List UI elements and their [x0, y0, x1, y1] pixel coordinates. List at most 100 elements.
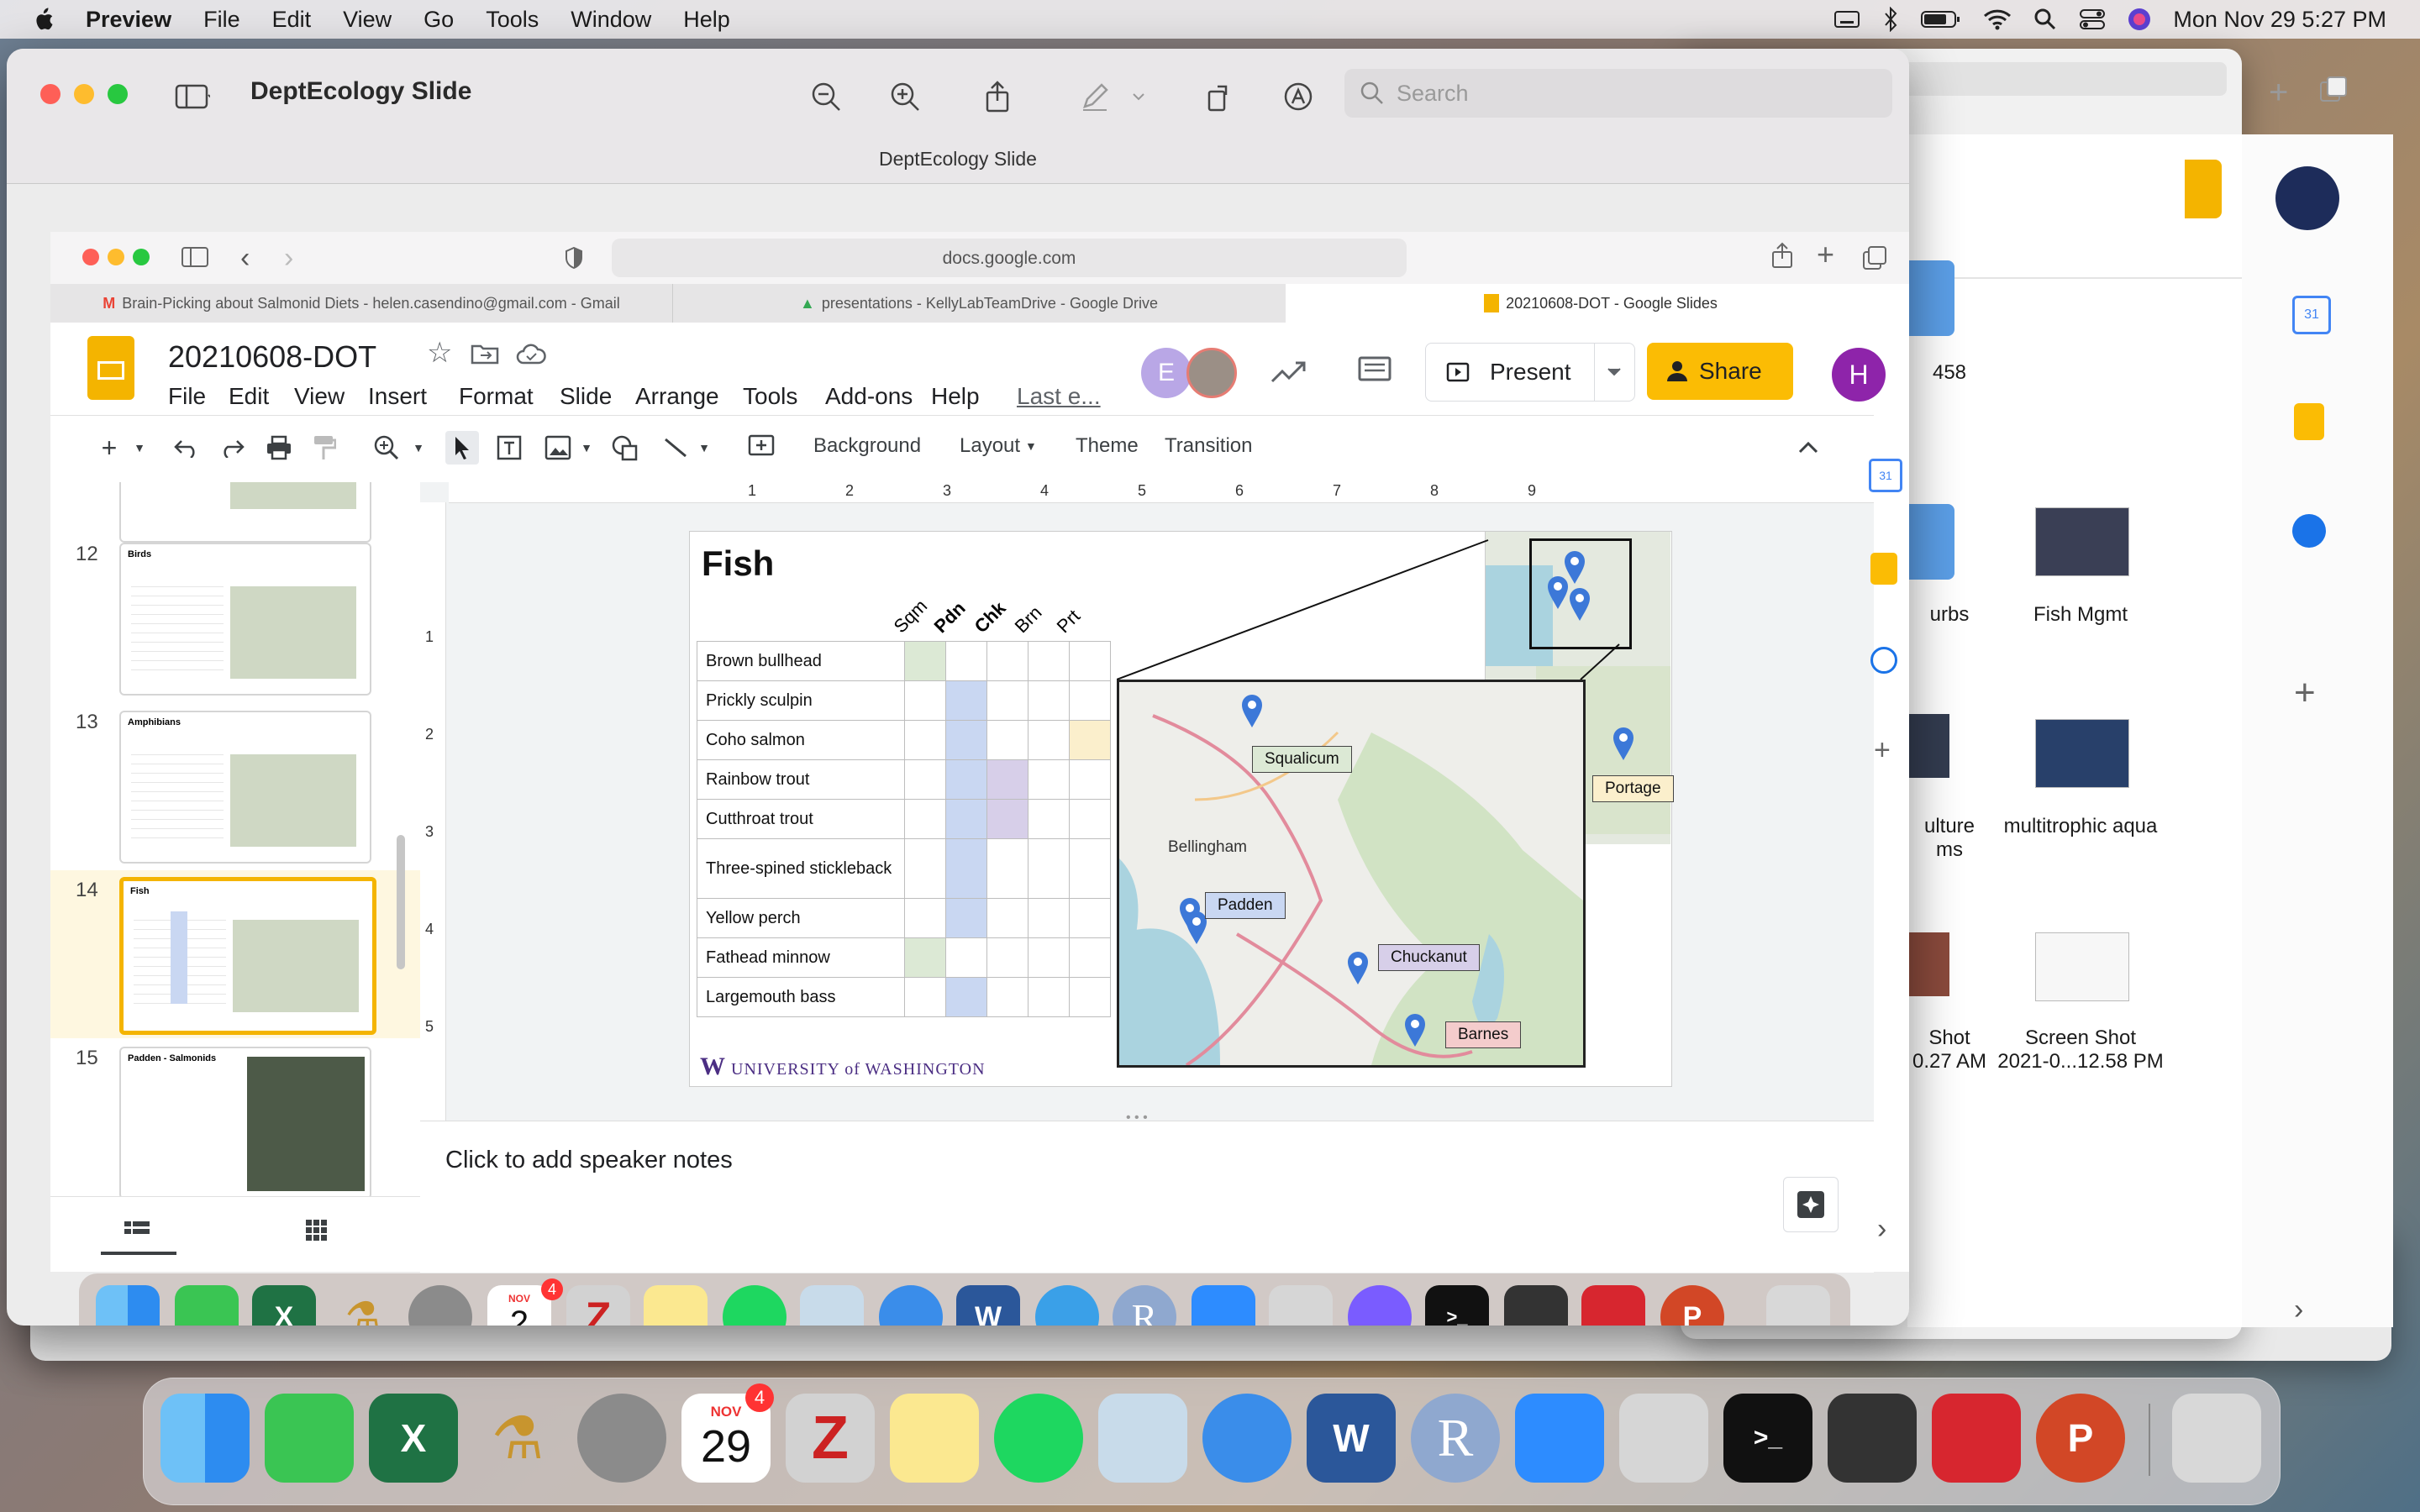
move-folder-icon[interactable] [471, 343, 499, 365]
share-button[interactable]: Share [1647, 343, 1793, 400]
explore-sparkle-button[interactable] [1783, 1177, 1839, 1232]
side-add-icon[interactable]: + [1874, 734, 1891, 767]
tab-drive[interactable]: ▲ presentations - KellyLabTeamDrive - Go… [672, 284, 1286, 323]
cloud-app-icon[interactable] [1035, 1285, 1099, 1326]
activity-trend-icon[interactable] [1270, 360, 1307, 385]
terminal-icon[interactable]: >_ [1723, 1394, 1812, 1483]
main-map[interactable]: Bellingham Squalicum Padden Chuckanut Ba… [1117, 680, 1586, 1068]
menu-file[interactable]: File [203, 7, 240, 33]
powerpoint-icon[interactable]: P [1660, 1285, 1724, 1326]
safari-close-button[interactable] [82, 249, 99, 265]
facetime-icon[interactable] [175, 1285, 239, 1326]
slides-menu-slide[interactable]: Slide [560, 383, 612, 410]
safari-minimize-button[interactable] [108, 249, 124, 265]
preview-app-icon[interactable] [800, 1285, 864, 1326]
wifi-icon[interactable] [1983, 8, 2012, 30]
finder-item-fish-mgmt[interactable]: Fish Mgmt [1996, 603, 2165, 627]
slide-thumbnail-14[interactable]: Fish [119, 877, 376, 1035]
launchpad-icon[interactable] [1619, 1394, 1708, 1483]
menu-window[interactable]: Window [571, 7, 651, 33]
zotero-icon[interactable]: Z [566, 1285, 630, 1326]
zoom-icon[interactable] [370, 431, 403, 465]
new-slide-plus-icon[interactable]: + [92, 431, 126, 465]
zoom-app-icon[interactable] [1515, 1394, 1604, 1483]
slides-menu-edit[interactable]: Edit [229, 383, 269, 410]
annotate-icon[interactable] [1277, 76, 1319, 118]
background-button[interactable]: Background [813, 434, 921, 458]
speaker-notes[interactable]: Click to add speaker notes [420, 1121, 1874, 1273]
keychain-icon[interactable] [1504, 1285, 1568, 1326]
r-icon[interactable]: R [1113, 1285, 1176, 1326]
apple-icon[interactable] [32, 7, 54, 32]
theme-button[interactable]: Theme [1076, 434, 1139, 458]
filmstrip-view-icon[interactable] [124, 1221, 150, 1240]
notes-icon[interactable] [644, 1285, 708, 1326]
paint-format-icon[interactable] [308, 431, 341, 465]
slide-title[interactable]: Fish [702, 543, 774, 584]
keep-icon[interactable] [2294, 403, 2324, 440]
address-bar[interactable]: docs.google.com [612, 239, 1407, 277]
safari-icon[interactable] [879, 1285, 943, 1326]
markup-menu-chevron-icon[interactable] [1118, 76, 1160, 118]
rotate-icon[interactable] [1198, 76, 1240, 118]
keychain-icon[interactable] [1828, 1394, 1917, 1483]
finder-icon[interactable] [96, 1285, 160, 1326]
zoom-in-icon[interactable] [884, 76, 926, 118]
slides-menu-arrange[interactable]: Arrange [635, 383, 719, 410]
share-icon[interactable] [976, 76, 1018, 118]
calendar-icon[interactable]: 31 [2292, 296, 2331, 334]
slides-menu-help[interactable]: Help [931, 383, 980, 410]
side-calendar-icon[interactable]: 31 [1869, 459, 1902, 492]
undo-icon[interactable] [170, 431, 203, 465]
select-cursor-icon[interactable] [445, 431, 479, 465]
zoom-button[interactable] [108, 84, 128, 104]
present-button[interactable]: Present [1425, 343, 1635, 402]
tab-gmail[interactable]: M Brain-Picking about Salmonid Diets - h… [50, 284, 673, 323]
last-edit-link[interactable]: Last e... [1017, 383, 1101, 410]
image-menu-chevron-icon[interactable]: ▼ [570, 431, 603, 465]
tab-overview-icon[interactable] [2319, 76, 2348, 104]
word-icon[interactable]: W [1307, 1394, 1396, 1483]
new-slide-menu-chevron-icon[interactable]: ▼ [123, 431, 156, 465]
safari-tab-overview-icon[interactable] [1862, 245, 1887, 270]
text-box-icon[interactable] [492, 431, 526, 465]
spotify-icon[interactable] [994, 1394, 1083, 1483]
menu-view[interactable]: View [343, 7, 392, 33]
filmstrip-scrollbar[interactable] [397, 835, 405, 969]
word-icon[interactable]: W [956, 1285, 1020, 1326]
document-title[interactable]: 20210608-DOT [168, 339, 376, 375]
markup-pen-icon[interactable] [1074, 76, 1116, 118]
slide-thumbnail-12[interactable]: Birds [119, 543, 371, 696]
layout-button[interactable]: Layout [960, 434, 1020, 458]
launchpad-icon[interactable] [1269, 1285, 1333, 1326]
microscope-icon[interactable]: ⚗ [473, 1394, 562, 1483]
slides-menu-file[interactable]: File [168, 383, 206, 410]
spotify-icon[interactable] [723, 1285, 786, 1326]
fish-mgmt-thumbnail[interactable] [2035, 507, 2129, 576]
menubar-app-name[interactable]: Preview [86, 7, 171, 33]
finder-icon[interactable] [160, 1394, 250, 1483]
collaborator-avatar-e[interactable]: E [1141, 348, 1192, 398]
slides-menu-addons[interactable]: Add-ons [825, 383, 913, 410]
transition-button[interactable]: Transition [1165, 434, 1252, 458]
zoom-out-icon[interactable] [805, 76, 847, 118]
collaborator-avatar-photo[interactable] [1186, 348, 1237, 398]
side-keep-icon[interactable] [1870, 553, 1897, 585]
battery-icon[interactable] [1921, 9, 1961, 29]
safari-zoom-button[interactable] [133, 249, 150, 265]
redo-icon[interactable] [215, 431, 249, 465]
star-icon[interactable]: ☆ [427, 336, 452, 370]
current-slide[interactable]: Fish Sqm Pdn Chk Brn Prt Brown bullhead … [689, 531, 1674, 1087]
print-icon[interactable] [262, 431, 296, 465]
screenshot-thumbnail[interactable] [2035, 932, 2129, 1001]
powerpoint-icon[interactable]: P [2036, 1394, 2125, 1483]
cloud-status-icon[interactable] [516, 343, 546, 365]
expand-chevron-icon[interactable]: › [2294, 1294, 2303, 1326]
microscope-icon[interactable]: ⚗ [331, 1285, 395, 1326]
r-icon[interactable]: R [1411, 1394, 1500, 1483]
grid-view-icon[interactable] [306, 1220, 328, 1242]
siri-icon[interactable] [2128, 8, 2151, 31]
shape-icon[interactable] [608, 431, 642, 465]
multitrophic-thumbnail[interactable] [2035, 719, 2129, 788]
spotlight-icon[interactable] [2033, 8, 2057, 31]
